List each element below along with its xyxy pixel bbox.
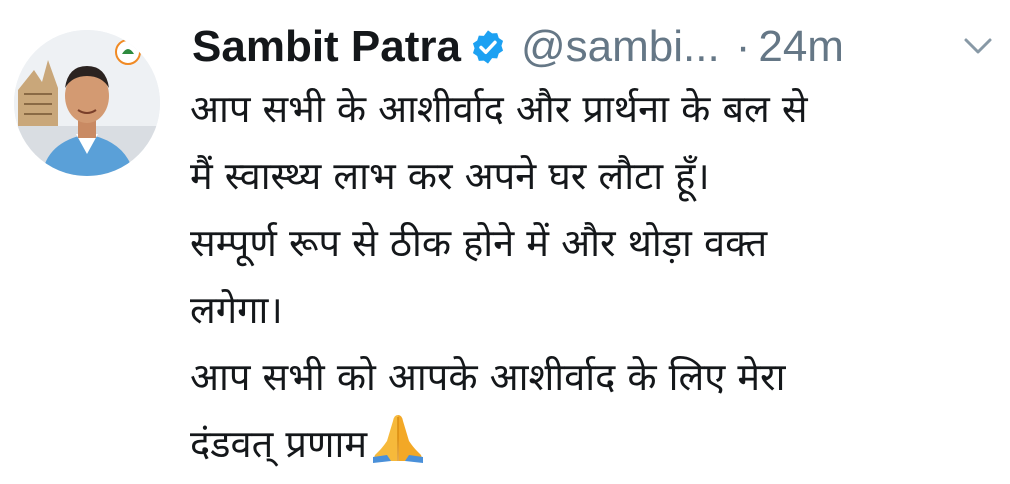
profile-photo-icon (14, 30, 160, 176)
tweet-text-last-line: दंडवत् प्रणाम (190, 411, 990, 478)
avatar[interactable] (14, 30, 160, 176)
tweet-text-line: आप सभी को आपके आशीर्वाद के लिए मेरा (190, 355, 786, 399)
tweet-text-line: मैं स्वास्थ्य लाभ कर अपने घर लौटा हूँ। (190, 154, 710, 198)
meta-separator: · (735, 22, 751, 71)
tweet-text-line: आप सभी के आशीर्वाद और प्रार्थना के बल से (190, 87, 808, 131)
author-name[interactable]: Sambit Patra (192, 22, 461, 72)
tweet-card[interactable]: Sambit Patra @sambi... · 24m आप सभी के आ… (0, 0, 1010, 473)
tweet-text: आप सभी के आशीर्वाद और प्रार्थना के बल से… (190, 76, 990, 478)
author-handle[interactable]: @sambi... (521, 22, 720, 72)
chevron-down-icon[interactable] (958, 30, 998, 60)
tweet-timestamp[interactable]: 24m (758, 22, 844, 72)
tweet-text-line: लगेगा। (190, 288, 283, 332)
tweet-text-line: दंडवत् प्रणाम (190, 422, 368, 466)
verified-badge-icon (469, 28, 507, 66)
tweet-text-line: सम्पूर्ण रूप से ठीक होने में और थोड़ा वक… (190, 221, 768, 265)
tweet-header: Sambit Patra @sambi... · 24m (192, 14, 844, 80)
folded-hands-emoji-icon (369, 411, 427, 463)
